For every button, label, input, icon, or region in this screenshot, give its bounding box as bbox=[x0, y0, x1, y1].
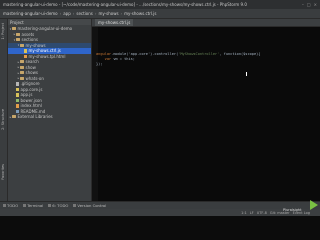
tree-item-label: bower.json bbox=[20, 97, 42, 103]
tree-item-label: assets bbox=[21, 31, 35, 37]
tree-item-label: my-shows bbox=[25, 42, 46, 48]
tree-item[interactable]: ▸ External Libraries bbox=[8, 114, 91, 120]
tree-item-label: .gitignore bbox=[20, 81, 40, 87]
code-keyword: angular bbox=[96, 52, 112, 56]
code-text: , function($scope){ bbox=[219, 52, 261, 56]
tool-todo-6[interactable]: 6: TODO bbox=[48, 203, 68, 208]
left-tool-strip: 1: Project 2: Structure Favorites bbox=[0, 19, 8, 201]
code-text: vm = this; bbox=[111, 57, 135, 61]
tree-item-label: search bbox=[25, 59, 39, 65]
window-title: mastering-angular-ui-demo - [~/code/mast… bbox=[3, 2, 247, 7]
navigation-bar: mastering-angular-ui-demo › app › sectio… bbox=[0, 9, 320, 19]
tool-terminal[interactable]: Terminal bbox=[23, 203, 43, 208]
folder-icon bbox=[20, 65, 24, 69]
maximize-icon[interactable]: □ bbox=[307, 2, 311, 7]
code-text: }); bbox=[96, 62, 103, 66]
tool-terminal-label: Terminal bbox=[27, 203, 44, 208]
todo-icon bbox=[3, 204, 6, 207]
bottom-tool-bar: TODO Terminal 6: TODO Version Control bbox=[0, 201, 320, 209]
breadcrumb-separator-icon: › bbox=[72, 11, 75, 16]
terminal-icon bbox=[23, 204, 27, 207]
breadcrumb-app[interactable]: app bbox=[63, 11, 71, 16]
text-caret bbox=[246, 72, 247, 76]
bottom-letterbox bbox=[0, 216, 320, 240]
tree-item-label: index.html bbox=[20, 103, 42, 109]
json-file-icon bbox=[16, 98, 19, 102]
folder-icon bbox=[20, 71, 24, 75]
breadcrumb-separator-icon: › bbox=[120, 11, 123, 16]
minimize-icon[interactable]: – bbox=[302, 2, 304, 7]
title-bar: mastering-angular-ui-demo - [~/code/mast… bbox=[0, 0, 320, 9]
vcs-icon bbox=[73, 204, 77, 207]
tree-item-label: mastering-angular-ui-demo bbox=[17, 26, 73, 32]
status-bar: 1:1 LF UTF-8 Git: master Event Log bbox=[0, 209, 320, 216]
editor-area[interactable]: my-shows.ctrl.js angular.module('app.cor… bbox=[92, 19, 320, 201]
file-file-icon bbox=[16, 82, 19, 86]
tool-todo[interactable]: TODO bbox=[3, 203, 18, 208]
code-keyword: var bbox=[96, 57, 112, 61]
folder-icon bbox=[12, 27, 16, 31]
tree-item-label: sections bbox=[21, 37, 39, 43]
breadcrumb-project[interactable]: mastering-angular-ui-demo bbox=[3, 11, 58, 16]
pluralsight-play-icon bbox=[310, 200, 318, 210]
breadcrumb-sections[interactable]: sections bbox=[76, 11, 93, 16]
tree-item-label: app.core.js bbox=[20, 86, 43, 92]
tool-version-control-label: Version Control bbox=[77, 203, 107, 208]
js-file-icon bbox=[24, 49, 27, 53]
breadcrumb-separator-icon: › bbox=[59, 11, 62, 16]
folder-icon bbox=[16, 32, 20, 36]
status-line-separator[interactable]: LF bbox=[250, 211, 254, 215]
js-file-icon bbox=[16, 87, 19, 91]
tree-item-label: README.md bbox=[20, 108, 46, 114]
tree-item-label: my-shows.ctrl.js bbox=[28, 48, 61, 54]
code-text: .module('app.core').controller( bbox=[111, 52, 179, 56]
tool-tab-favorites[interactable]: Favorites bbox=[1, 164, 7, 180]
project-panel: Project ▾ mastering-angular-ui-demo ▸ asset… bbox=[8, 19, 92, 201]
close-icon[interactable]: × bbox=[314, 2, 317, 7]
html-file-icon bbox=[16, 104, 19, 108]
md-file-icon bbox=[16, 109, 19, 113]
editor-tab-active[interactable]: my-shows.ctrl.js bbox=[95, 19, 134, 26]
list-icon bbox=[48, 204, 52, 207]
breadcrumb-file[interactable]: my-shows.ctrl.js bbox=[124, 11, 156, 16]
folder-icon bbox=[20, 60, 24, 64]
status-encoding[interactable]: UTF-8 bbox=[257, 211, 267, 215]
tree-item-label: whats-on bbox=[25, 75, 44, 81]
code-view[interactable]: angular.module('app.core').controller('M… bbox=[96, 52, 260, 67]
editor-tab-bar: my-shows.ctrl.js bbox=[92, 19, 320, 27]
tree-item-label: my-shows.tpl.html bbox=[28, 53, 66, 59]
tree-item-label: External Libraries bbox=[17, 114, 53, 120]
tree-item-label: shows bbox=[25, 70, 38, 76]
tree-item-label: show bbox=[25, 64, 36, 70]
project-tree: ▾ mastering-angular-ui-demo ▸ assets ▾ sectio… bbox=[8, 25, 91, 120]
tool-version-control[interactable]: Version Control bbox=[73, 203, 106, 208]
brand-logo-text: Pluralsight bbox=[283, 208, 302, 212]
js-file-icon bbox=[16, 93, 19, 97]
code-string: 'MyShowsController' bbox=[178, 52, 220, 56]
folder-icon bbox=[20, 76, 24, 80]
code-line[interactable]: }); bbox=[96, 62, 260, 67]
folder-icon bbox=[20, 43, 24, 47]
breadcrumb-separator-icon: › bbox=[94, 11, 97, 16]
breadcrumb-my-shows[interactable]: my-shows bbox=[98, 11, 118, 16]
project-panel-title: Project bbox=[10, 19, 24, 25]
folder-icon bbox=[12, 115, 16, 119]
tool-todo-label: TODO bbox=[7, 203, 19, 208]
tool-tab-project[interactable]: 1: Project bbox=[1, 23, 7, 40]
tree-item-label: app.js bbox=[20, 92, 33, 98]
html-file-icon bbox=[24, 54, 27, 58]
tool-tab-structure[interactable]: 2: Structure bbox=[1, 109, 7, 130]
folder-icon bbox=[16, 38, 20, 42]
tool-todo-6-label: 6: TODO bbox=[52, 203, 69, 208]
status-position[interactable]: 1:1 bbox=[241, 211, 247, 215]
